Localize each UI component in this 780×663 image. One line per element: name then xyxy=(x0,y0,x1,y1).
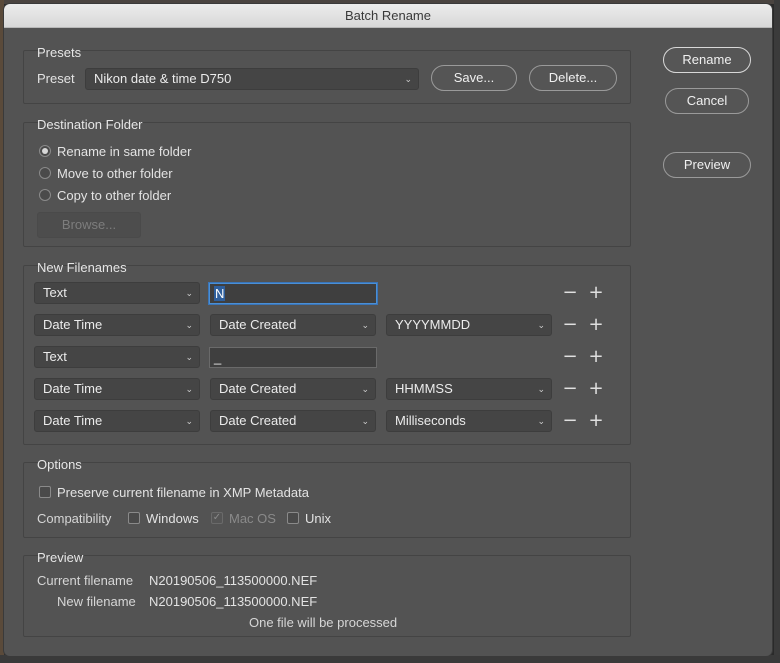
chevron-down-icon: ⌄ xyxy=(361,320,369,330)
row4-remove-button[interactable]: − xyxy=(562,380,578,398)
row5-field-value: Date Created xyxy=(219,413,297,428)
radio-copy-folder-label[interactable]: Copy to other folder xyxy=(57,188,171,203)
preserve-filename-label[interactable]: Preserve current filename in XMP Metadat… xyxy=(57,485,309,500)
preview-title: Preview xyxy=(37,550,84,565)
row4-field-value: Date Created xyxy=(219,381,297,396)
chevron-down-icon: ⌄ xyxy=(361,384,369,394)
new-filename-label: New filename xyxy=(57,594,136,609)
row3-type-value: Text xyxy=(43,349,67,364)
row4-type-value: Date Time xyxy=(43,381,103,396)
new-filenames-title: New Filenames xyxy=(37,260,127,275)
row2-field-value: Date Created xyxy=(219,317,297,332)
radio-same-folder[interactable] xyxy=(39,145,51,157)
row3-text-input[interactable]: _ xyxy=(209,347,377,368)
row5-field-select[interactable]: Date Created ⌄ xyxy=(210,410,376,432)
chevron-down-icon: ⌄ xyxy=(185,416,193,426)
row5-type-value: Date Time xyxy=(43,413,103,428)
chevron-down-icon: ⌄ xyxy=(361,416,369,426)
rename-button[interactable]: Rename xyxy=(663,47,751,73)
row3-type-select[interactable]: Text ⌄ xyxy=(34,346,200,368)
chevron-down-icon: ⌄ xyxy=(185,384,193,394)
row2-format-value: YYYYMMDD xyxy=(395,317,471,332)
window-title: Batch Rename xyxy=(4,4,772,28)
row1-remove-button[interactable]: − xyxy=(562,284,578,302)
windows-label[interactable]: Windows xyxy=(146,511,199,526)
radio-copy-folder[interactable] xyxy=(39,189,51,201)
row2-add-button[interactable]: + xyxy=(588,316,604,334)
batch-rename-dialog: Batch Rename Presets Preset Nikon date &… xyxy=(4,4,772,656)
radio-same-folder-label[interactable]: Rename in same folder xyxy=(57,144,191,159)
chevron-down-icon: ⌄ xyxy=(185,352,193,362)
chevron-down-icon: ⌄ xyxy=(185,288,193,298)
row3-remove-button[interactable]: − xyxy=(562,348,578,366)
options-group xyxy=(23,462,631,538)
row2-remove-button[interactable]: − xyxy=(562,316,578,334)
row4-format-value: HHMMSS xyxy=(395,381,453,396)
chevron-down-icon: ⌄ xyxy=(404,74,412,84)
current-filename-value: N20190506_113500000.NEF xyxy=(149,573,318,588)
row1-type-select[interactable]: Text ⌄ xyxy=(34,282,200,304)
save-preset-button[interactable]: Save... xyxy=(431,65,517,91)
chevron-down-icon: ⌄ xyxy=(537,320,545,330)
chevron-down-icon: ⌄ xyxy=(185,320,193,330)
delete-preset-button[interactable]: Delete... xyxy=(529,65,617,91)
row5-remove-button[interactable]: − xyxy=(562,412,578,430)
row3-add-button[interactable]: + xyxy=(588,348,604,366)
radio-move-folder-label[interactable]: Move to other folder xyxy=(57,166,173,181)
compatibility-label: Compatibility xyxy=(37,511,112,526)
new-filename-value: N20190506_113500000.NEF xyxy=(149,594,318,609)
cancel-button[interactable]: Cancel xyxy=(665,88,749,114)
row2-format-select[interactable]: YYYYMMDD ⌄ xyxy=(386,314,552,336)
destination-title: Destination Folder xyxy=(37,117,143,132)
options-title: Options xyxy=(37,457,82,472)
row3-text-value: _ xyxy=(214,350,222,365)
unix-label[interactable]: Unix xyxy=(305,511,331,526)
row5-format-value: Milliseconds xyxy=(395,413,466,428)
row1-type-value: Text xyxy=(43,285,67,300)
row2-type-select[interactable]: Date Time ⌄ xyxy=(34,314,200,336)
row2-type-value: Date Time xyxy=(43,317,103,332)
row5-add-button[interactable]: + xyxy=(588,412,604,430)
row5-type-select[interactable]: Date Time ⌄ xyxy=(34,410,200,432)
windows-checkbox[interactable] xyxy=(128,512,140,524)
row4-format-select[interactable]: HHMMSS ⌄ xyxy=(386,378,552,400)
row1-text-value: N xyxy=(214,286,226,301)
chevron-down-icon: ⌄ xyxy=(537,416,545,426)
row5-format-select[interactable]: Milliseconds ⌄ xyxy=(386,410,552,432)
preset-label: Preset xyxy=(37,71,75,86)
chevron-down-icon: ⌄ xyxy=(537,384,545,394)
row1-text-input[interactable]: N xyxy=(209,283,377,304)
radio-move-folder[interactable] xyxy=(39,167,51,179)
row4-add-button[interactable]: + xyxy=(588,380,604,398)
current-filename-label: Current filename xyxy=(37,573,134,588)
macos-checkbox: ✓ xyxy=(211,512,223,524)
row1-add-button[interactable]: + xyxy=(588,284,604,302)
row4-type-select[interactable]: Date Time ⌄ xyxy=(34,378,200,400)
preset-select[interactable]: Nikon date & time D750 ⌄ xyxy=(85,68,419,90)
row4-field-select[interactable]: Date Created ⌄ xyxy=(210,378,376,400)
preserve-filename-checkbox[interactable] xyxy=(39,486,51,498)
preset-select-value: Nikon date & time D750 xyxy=(94,71,232,86)
row2-field-select[interactable]: Date Created ⌄ xyxy=(210,314,376,336)
preview-button[interactable]: Preview xyxy=(663,152,751,178)
unix-checkbox[interactable] xyxy=(287,512,299,524)
files-processed-summary: One file will be processed xyxy=(249,615,398,630)
presets-title: Presets xyxy=(37,45,82,60)
browse-button[interactable]: Browse... xyxy=(37,212,141,238)
macos-label: Mac OS xyxy=(229,511,276,526)
